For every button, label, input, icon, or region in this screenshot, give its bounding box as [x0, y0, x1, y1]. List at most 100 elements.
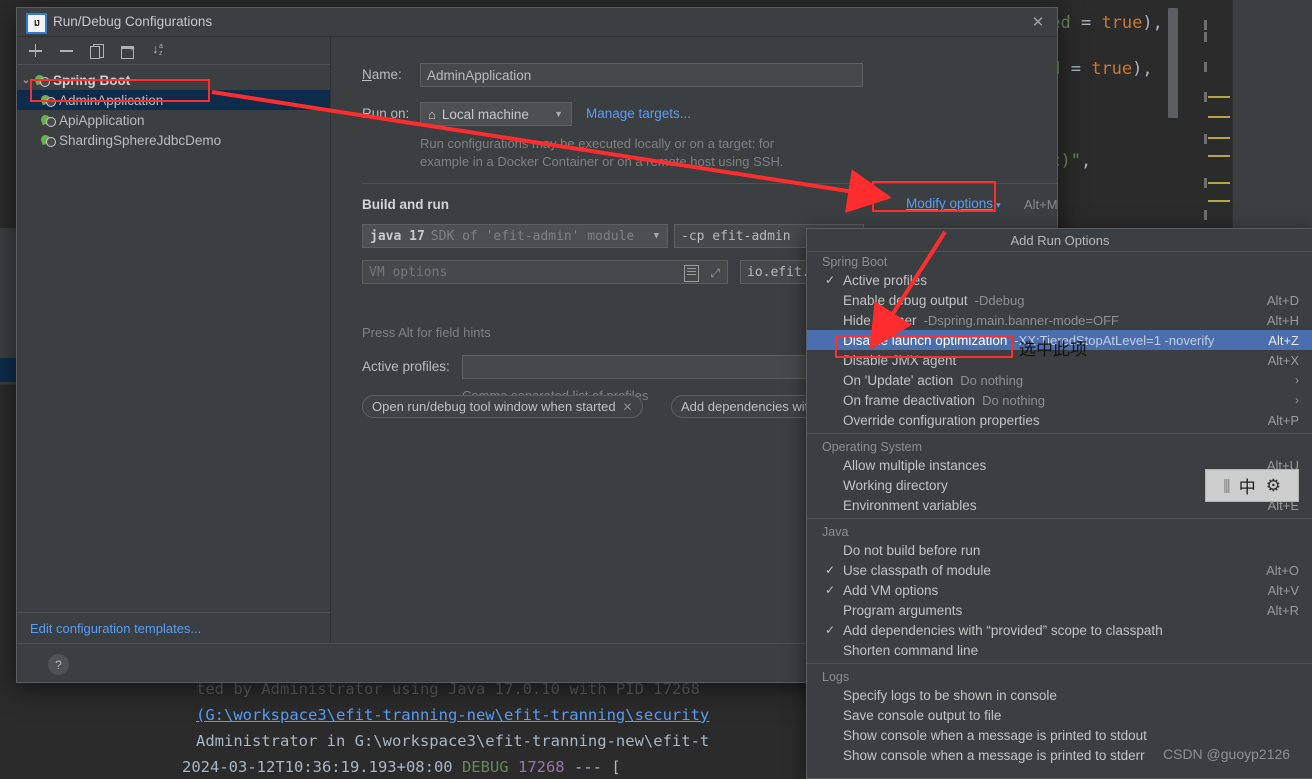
- menu-group-label: Spring Boot: [822, 255, 888, 269]
- close-icon[interactable]: ✕: [1027, 12, 1049, 32]
- ime-language-bar[interactable]: ||| 中 ⚙: [1205, 469, 1299, 502]
- chip-open-run-debug-tool-window[interactable]: Open run/debug tool window when started …: [362, 395, 643, 418]
- menu-item-label: Add VM options: [843, 582, 939, 598]
- tree-group-spring-boot[interactable]: ⌄ Spring Boot: [17, 70, 330, 90]
- manage-targets-link[interactable]: Manage targets...: [586, 106, 691, 121]
- menu-item-label: Environment variables: [843, 497, 977, 513]
- menu-group-label: Operating System: [822, 440, 923, 454]
- minus-icon[interactable]: [58, 42, 75, 59]
- menu-item-detail: -Ddebug: [974, 292, 1025, 308]
- dialog-title: Run/Debug Configurations: [53, 14, 213, 29]
- new-folder-icon[interactable]: [120, 42, 137, 59]
- active-profiles-label: Active profiles:: [362, 359, 450, 374]
- build-and-run-title: Build and run: [362, 197, 449, 212]
- menu-item-label: Working directory: [843, 477, 948, 493]
- edit-configuration-templates-link[interactable]: Edit configuration templates...: [30, 621, 201, 636]
- menu-item-on-update-action[interactable]: On 'Update' action Do nothing ›: [807, 370, 1312, 390]
- menu-item-program-arguments[interactable]: Program arguments Alt+R: [807, 600, 1312, 620]
- menu-item-add-vm-options[interactable]: ✓ Add VM options Alt+V: [807, 580, 1312, 600]
- run-on-hint-line2: example in a Docker Container or on a re…: [420, 154, 784, 169]
- menu-item-show-console-when-a-message-is-printed-to-stdout[interactable]: Show console when a message is printed t…: [807, 725, 1312, 745]
- expand-editor-icon[interactable]: [684, 265, 699, 282]
- run-on-value: Local machine: [441, 106, 529, 122]
- menu-item-enable-debug-output[interactable]: Enable debug output -Ddebug Alt+D: [807, 290, 1312, 310]
- chevron-down-icon[interactable]: ▼: [650, 231, 663, 241]
- menu-item-disable-jmx-agent[interactable]: Disable JMX agent Alt+X: [807, 350, 1312, 370]
- plus-icon[interactable]: [27, 42, 44, 59]
- tree-group-label: Spring Boot: [53, 72, 131, 88]
- menu-item-label: On 'Update' action: [843, 372, 954, 388]
- check-icon: ✓: [825, 273, 836, 287]
- menu-item-detail: Do nothing: [960, 372, 1024, 388]
- menu-item-add-dependencies-with-provided-scope-to-classpath[interactable]: ✓ Add dependencies with “provided” scope …: [807, 620, 1312, 640]
- spring-boot-icon: [41, 94, 56, 107]
- menu-item-shortcut: Alt+P: [1267, 412, 1299, 428]
- check-icon: ✓: [825, 563, 836, 577]
- ime-mode-label[interactable]: 中: [1239, 473, 1256, 498]
- tree-item-label: AdminApplication: [59, 92, 164, 108]
- menu-separator: [807, 663, 1312, 664]
- expand-diagonal-icon[interactable]: ⤢: [710, 266, 720, 281]
- menu-item-specify-logs-to-be-shown-in-console[interactable]: Specify logs to be shown in console: [807, 685, 1312, 705]
- menu-item-show-console-when-a-message-is-printed-to-stderr[interactable]: Show console when a message is printed t…: [807, 745, 1312, 765]
- jre-select[interactable]: java 17 SDK of 'efit-admin' module ▼: [362, 224, 668, 248]
- menu-item-do-not-build-before-run[interactable]: Do not build before run: [807, 540, 1312, 560]
- field-hints-note: Press Alt for field hints: [362, 325, 491, 340]
- copy-icon[interactable]: [89, 42, 106, 59]
- menu-item-disable-launch-optimization[interactable]: Disable launch optimization -XX:TieredSto…: [807, 330, 1312, 350]
- grip-icon[interactable]: |||: [1223, 477, 1231, 494]
- run-on-label: Run on:: [362, 106, 410, 121]
- menu-group-label: Logs: [822, 670, 850, 684]
- modify-options-link[interactable]: Modify options ▾: [906, 196, 1001, 211]
- chevron-down-icon[interactable]: ⌄: [17, 75, 35, 86]
- menu-separator: [807, 433, 1312, 434]
- menu-item-label: Show console when a message is printed t…: [843, 727, 1147, 743]
- tree-item-shardingsphere-demo[interactable]: ShardingSphereJdbcDemo: [17, 130, 330, 150]
- menu-item-shortcut: Alt+X: [1267, 352, 1299, 368]
- divider: [362, 183, 1057, 184]
- menu-item-hide-banner[interactable]: Hide banner -Dspring.main.banner-mode=OFF…: [807, 310, 1312, 330]
- menu-item-label: Program arguments: [843, 602, 963, 618]
- vm-options-input[interactable]: VM options ⤢: [362, 260, 728, 284]
- menu-item-label: Show console when a message is printed t…: [843, 747, 1145, 763]
- help-button[interactable]: ?: [48, 654, 69, 675]
- popup-menu-body: Spring Boot ✓ Active profiles Enable debug …: [807, 252, 1312, 765]
- close-icon[interactable]: ✕: [623, 400, 633, 414]
- chevron-right-icon[interactable]: ›: [1295, 373, 1299, 387]
- tree-item-admin-application[interactable]: AdminApplication: [17, 90, 330, 110]
- spring-boot-icon: [35, 74, 50, 87]
- gear-icon[interactable]: ⚙: [1266, 476, 1281, 496]
- menu-item-label: Disable launch optimization: [843, 332, 1008, 348]
- dialog-titlebar: IJ Run/Debug Configurations ✕: [17, 8, 1057, 37]
- menu-item-detail: -Dspring.main.banner-mode=OFF: [923, 312, 1120, 328]
- tree-item-label: ShardingSphereJdbcDemo: [59, 132, 222, 148]
- sort-az-icon[interactable]: [151, 41, 168, 59]
- menu-item-on-frame-deactivation[interactable]: On frame deactivation Do nothing ›: [807, 390, 1312, 410]
- menu-item-active-profiles[interactable]: ✓ Active profiles: [807, 270, 1312, 290]
- chevron-down-icon[interactable]: ▼: [550, 109, 567, 119]
- run-on-select[interactable]: ⌂ Local machine ▼: [420, 102, 572, 126]
- jre-value: java 17: [370, 228, 425, 244]
- name-input[interactable]: AdminApplication: [420, 63, 863, 87]
- configurations-toolbar: [17, 37, 330, 65]
- add-run-options-popup: Add Run Options Spring Boot ✓ Active profi…: [806, 228, 1312, 779]
- menu-item-use-classpath-of-module[interactable]: ✓ Use classpath of module Alt+O: [807, 560, 1312, 580]
- menu-item-label: Save console output to file: [843, 707, 1002, 723]
- menu-group-label: Java: [822, 525, 849, 539]
- menu-item-label: Disable JMX agent: [843, 352, 957, 368]
- chevron-right-icon[interactable]: ›: [1295, 393, 1299, 407]
- editor-scrollbar-thumb[interactable]: [1168, 8, 1178, 118]
- check-icon: ✓: [825, 623, 836, 637]
- menu-item-label: Use classpath of module: [843, 562, 991, 578]
- spring-boot-icon: [41, 114, 56, 127]
- popup-title: Add Run Options: [807, 229, 1312, 252]
- menu-item-override-configuration-properties[interactable]: Override configuration properties Alt+P: [807, 410, 1312, 430]
- menu-item-shortcut: Alt+Z: [1268, 332, 1299, 348]
- menu-item-shorten-command-line[interactable]: Shorten command line: [807, 640, 1312, 660]
- modify-options-label: odify options: [917, 196, 994, 211]
- menu-item-save-console-output-to-file[interactable]: Save console output to file: [807, 705, 1312, 725]
- edit-templates-row: Edit configuration templates...: [17, 612, 330, 643]
- console-line: 2024-03-12T10:36:19.193+08:00 DEBUG 1726…: [182, 758, 621, 776]
- tree-item-api-application[interactable]: ApiApplication: [17, 110, 330, 130]
- console-line: Administrator in G:\workspace3\efit-tran…: [196, 732, 710, 750]
